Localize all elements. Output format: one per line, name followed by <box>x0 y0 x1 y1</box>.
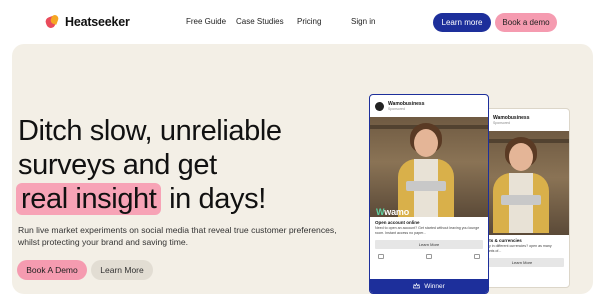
nav-link-sign-in[interactable]: Sign in <box>351 17 375 26</box>
headline-rest: in days! <box>169 183 266 215</box>
crown-icon <box>413 283 421 289</box>
top-nav: Heatseeker Free Guide Case Studies Prici… <box>0 0 604 44</box>
hero-subtext: Run live market experiments on social me… <box>18 225 337 247</box>
like-icon <box>378 253 384 259</box>
heatseeker-logo-icon <box>44 14 60 30</box>
learn-more-button[interactable]: Learn More <box>91 260 153 280</box>
ad-learn-more-button[interactable]: Learn More <box>480 258 564 267</box>
ad-account-name: Wamobusiness <box>493 114 530 121</box>
headline-line-3: real insight in days! <box>16 182 348 216</box>
brand-name: Heatseeker <box>65 15 130 29</box>
ad-title: Open account online <box>375 220 420 225</box>
ad-sponsored-label: Sponsored <box>493 120 510 125</box>
ad-title: ments & currencies <box>480 238 522 243</box>
ad-header: Wamobusiness Sponsored <box>370 95 488 117</box>
winner-label: Winner <box>424 282 445 290</box>
headline-highlight: real insight <box>16 183 162 215</box>
nav-book-demo-button[interactable]: Book a demo <box>495 13 557 32</box>
ad-image: Wwamo <box>370 117 488 217</box>
ad-description: money in different currencies? open as m… <box>480 244 552 253</box>
nav-link-free-guide[interactable]: Free Guide <box>186 17 226 26</box>
book-a-demo-button[interactable]: Book A Demo <box>17 260 87 280</box>
share-icon <box>474 253 480 259</box>
winner-badge: Winner <box>370 279 488 293</box>
ad-account-name: Wamobusiness <box>388 100 425 107</box>
comment-icon <box>426 253 432 259</box>
nav-link-pricing[interactable]: Pricing <box>297 17 321 26</box>
nav-learn-more-button[interactable]: Learn more <box>433 13 491 32</box>
ad-learn-more-button[interactable]: Learn More <box>375 240 483 249</box>
ad-image <box>475 131 569 235</box>
ad-header: Wamobusiness Sponsored <box>475 109 569 131</box>
headline-line-2: surveys and get <box>18 149 217 181</box>
nav-link-case-studies[interactable]: Case Studies <box>236 17 284 26</box>
ad-preview-card-winner: Wamobusiness Sponsored Wwamo Open accoun… <box>369 94 489 294</box>
headline-line-1: Ditch slow, unreliable <box>18 115 282 147</box>
ad-description: Need to open an account? Get started wit… <box>375 226 480 235</box>
ad-actions <box>370 251 488 261</box>
wamo-brand-overlay: Wwamo <box>376 207 410 217</box>
ad-sponsored-label: Sponsored <box>388 106 405 111</box>
account-avatar <box>375 101 384 111</box>
hero-headline: Ditch slow, unreliable surveys and get r… <box>16 114 348 216</box>
brand-logo[interactable]: Heatseeker <box>44 14 130 30</box>
